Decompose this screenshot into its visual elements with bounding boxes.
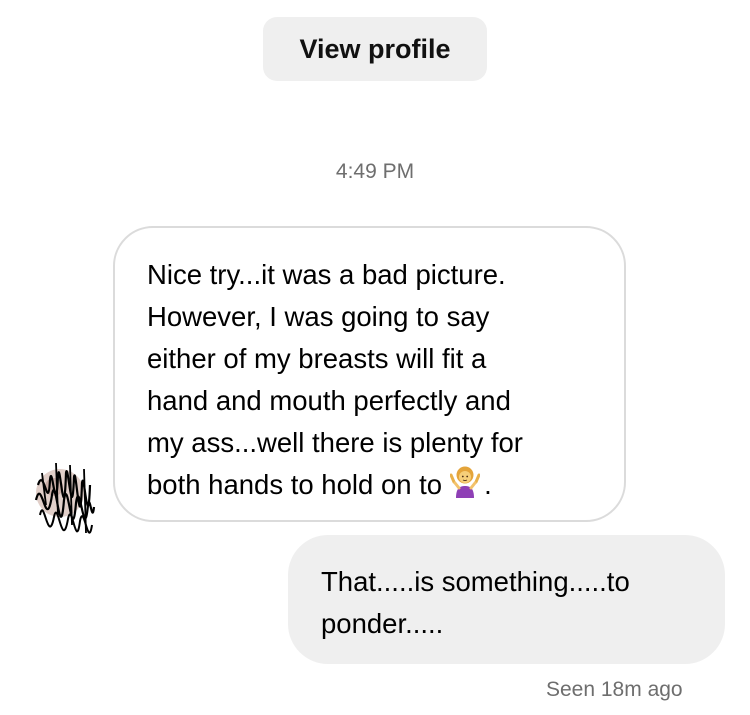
- message-line: Nice try...it was a bad picture.: [147, 259, 506, 290]
- dm-thread: View profile 4:49 PM Nice try...it was a…: [0, 0, 750, 715]
- sender-avatar[interactable]: [30, 455, 98, 555]
- scribbled-avatar-icon: [34, 462, 96, 534]
- view-profile-button[interactable]: View profile: [263, 17, 487, 81]
- person-shrugging-emoji-icon: [450, 466, 481, 498]
- message-line-text: both hands to hold on to: [147, 469, 443, 500]
- message-line: However, I was going to say: [147, 301, 490, 332]
- seen-receipt: Seen 18m ago: [546, 678, 683, 701]
- message-line: my ass...well there is plenty for: [147, 427, 523, 458]
- outgoing-message-bubble[interactable]: That.....is something.....to ponder.....: [288, 535, 725, 664]
- incoming-message-bubble[interactable]: Nice try...it was a bad picture. However…: [113, 226, 626, 522]
- message-line: either of my breasts will fit a: [147, 343, 487, 374]
- message-line: That.....is something.....to: [321, 566, 630, 597]
- message-line: hand and mouth perfectly and: [147, 385, 511, 416]
- message-timestamp: 4:49 PM: [335, 160, 415, 183]
- message-line-last: both hands to hold on to .: [147, 464, 604, 506]
- message-trailing-period: .: [484, 469, 492, 500]
- message-line: ponder.....: [321, 608, 444, 639]
